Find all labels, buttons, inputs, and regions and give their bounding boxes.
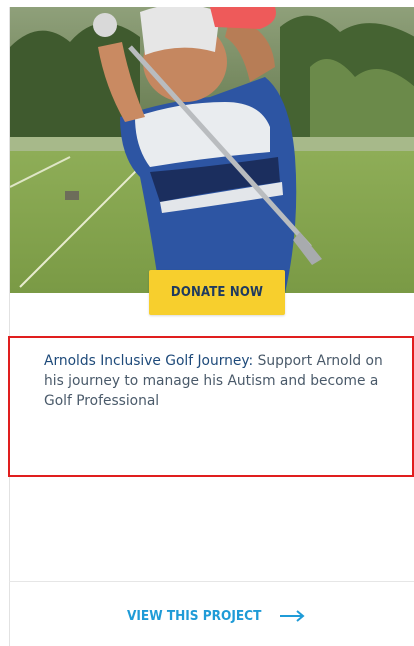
arrow-right-icon bbox=[280, 610, 305, 622]
project-description: Arnolds Inclusive Golf Journey: Support … bbox=[44, 351, 394, 411]
project-card: DONATE NOW bbox=[9, 7, 414, 646]
project-image[interactable] bbox=[10, 7, 414, 293]
golfer-photo bbox=[10, 7, 414, 293]
view-project-link[interactable]: VIEW THIS PROJECT bbox=[127, 603, 305, 629]
project-title[interactable]: Arnolds Inclusive Golf Journey: bbox=[44, 353, 253, 369]
donate-now-button[interactable]: DONATE NOW bbox=[149, 270, 285, 315]
card-divider bbox=[9, 581, 414, 582]
view-project-label: VIEW THIS PROJECT bbox=[127, 608, 262, 624]
